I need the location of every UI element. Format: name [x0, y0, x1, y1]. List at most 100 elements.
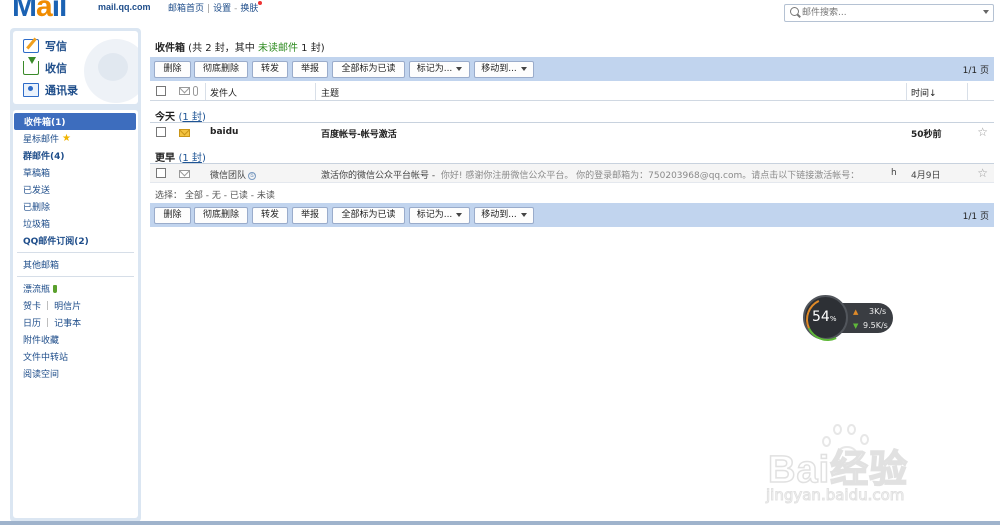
reading-space-link[interactable]: 阅读空间 [13, 365, 138, 382]
star-icon: ★ [62, 133, 71, 144]
pager: 1/1 页 [962, 212, 989, 222]
nav-change-skin[interactable]: 换肤 [240, 4, 258, 14]
nav-settings[interactable]: 设置 [213, 4, 231, 14]
mark-as-label: 标记为... [416, 64, 453, 74]
select-prefix: 选择： [155, 191, 183, 201]
nav-dash: - [234, 4, 238, 14]
folder-sent[interactable]: 已发送 [13, 181, 138, 198]
mail-sender: baidu [210, 127, 239, 137]
postcard-link[interactable]: 明信片 [54, 299, 81, 312]
mark-as-dropdown[interactable]: 标记为... [409, 61, 470, 78]
chevron-down-icon [520, 212, 527, 217]
delete-button[interactable]: 删除 [154, 207, 191, 224]
mail-subject-text: 激活你的微信公众平台帐号 - [321, 171, 436, 181]
nav-separator: | [207, 4, 211, 14]
forward-button[interactable]: 转发 [252, 207, 288, 224]
list-divider [150, 182, 994, 183]
read-status-column-icon[interactable] [179, 87, 190, 95]
select-sep: - [220, 191, 230, 201]
chevron-down-icon [520, 66, 527, 71]
greeting-card-link[interactable]: 贺卡 [23, 299, 41, 312]
logo-domain: mail.qq.com [98, 2, 151, 12]
search-input[interactable] [802, 6, 972, 20]
title-folder: 收件箱 [155, 43, 185, 54]
report-button[interactable]: 举报 [292, 207, 328, 224]
receive-mail-button[interactable]: 收信 [23, 57, 67, 78]
mail-row[interactable]: 微信团队 ⑤ 激活你的微信公众平台帐号 - 你好! 感谢你注册微信公众平台。 你的… [150, 164, 994, 182]
mail-sender-name: 微信团队 [210, 171, 247, 181]
mail-search-box[interactable] [784, 4, 994, 22]
divider [17, 252, 134, 253]
bottle-icon [53, 284, 58, 293]
star-toggle-icon[interactable]: ☆ [977, 125, 988, 139]
top-nav: 邮箱首页 | 设置 - 换肤 [168, 1, 263, 14]
star-toggle-icon[interactable]: ☆ [977, 166, 988, 180]
notebook-link[interactable]: 记事本 [54, 316, 81, 329]
mark-as-dropdown[interactable]: 标记为... [409, 207, 470, 224]
link-separator: | [46, 300, 50, 311]
contacts-icon [23, 83, 39, 97]
select-all-link[interactable]: 全部 [185, 191, 203, 201]
mail-time: 4月9日 [911, 171, 941, 181]
mark-all-read-button[interactable]: 全部标为已读 [332, 61, 405, 78]
other-mailbox-link[interactable]: 其他邮箱 [13, 256, 138, 273]
forward-button[interactable]: 转发 [252, 61, 288, 78]
compose-label: 写信 [45, 40, 67, 53]
download-speed: 9.5K/s [863, 321, 888, 330]
mail-subject: 激活你的微信公众平台帐号 - 你好! 感谢你注册微信公众平台。 你的登录邮箱为：… [321, 168, 891, 181]
folder-starred-label: 星标邮件 [23, 135, 60, 145]
page-title: 收件箱 (共 2 封，其中 未读邮件 1 封) [155, 39, 325, 54]
mail-subject: 百度帐号-帐号激活 [321, 130, 397, 140]
col-sender[interactable]: 发件人 [210, 86, 237, 99]
report-button[interactable]: 举报 [292, 61, 328, 78]
search-dropdown-icon[interactable] [983, 10, 989, 14]
select-all-checkbox[interactable] [156, 86, 166, 96]
permanent-delete-button[interactable]: 彻底删除 [194, 207, 248, 224]
select-sep: - [247, 191, 257, 201]
col-subject[interactable]: 主题 [321, 86, 339, 99]
folder-group-mail[interactable]: 群邮件(4) [13, 147, 138, 164]
card-links: 贺卡 | 明信片 [13, 297, 138, 314]
read-envelope-icon [179, 170, 190, 178]
mark-all-read-button[interactable]: 全部标为已读 [332, 207, 405, 224]
move-to-label: 移动到... [481, 210, 517, 220]
folder-spam[interactable]: 垃圾箱 [13, 215, 138, 232]
title-unread-link[interactable]: 未读邮件 [258, 43, 298, 54]
mark-as-label: 标记为... [416, 210, 453, 220]
folder-qq-subscription[interactable]: QQ邮件订阅(2) [13, 232, 138, 249]
attachment-column-icon[interactable] [193, 86, 198, 96]
nav-mailbox-home[interactable]: 邮箱首页 [168, 4, 204, 14]
attachment-collection-link[interactable]: 附件收藏 [13, 331, 138, 348]
contacts-button[interactable]: 通讯录 [23, 80, 78, 100]
usage-percent: 54% [812, 309, 836, 325]
column-divider [906, 83, 907, 100]
usage-percent-sign: % [829, 315, 837, 323]
folder-inbox[interactable]: 收件箱(1) [14, 113, 136, 130]
calendar-link[interactable]: 日历 [23, 316, 41, 329]
drift-bottle-link[interactable]: 漂流瓶 [13, 280, 138, 297]
compose-icon [23, 39, 39, 53]
mail-row[interactable]: baidu 百度帐号-帐号激活 50秒前 ☆ [150, 123, 994, 141]
select-sep: - [202, 191, 212, 201]
compose-button[interactable]: 写信 [23, 36, 67, 56]
select-none-link[interactable]: 无 [212, 191, 221, 201]
verified-badge-icon: ⑤ [248, 171, 257, 180]
qq-mail-logo[interactable]: Mail [12, 0, 67, 24]
folder-drafts[interactable]: 草稿箱 [13, 164, 138, 181]
select-unread-link[interactable]: 未读 [257, 191, 275, 201]
select-read-link[interactable]: 已读 [230, 191, 248, 201]
folder-starred[interactable]: 星标邮件 ★ [13, 130, 138, 147]
col-time[interactable]: 时间↓ [911, 86, 937, 99]
move-to-label: 移动到... [481, 64, 517, 74]
folder-deleted[interactable]: 已删除 [13, 198, 138, 215]
file-transfer-link[interactable]: 文件中转站 [13, 348, 138, 365]
move-to-dropdown[interactable]: 移动到... [474, 61, 534, 78]
move-to-dropdown[interactable]: 移动到... [474, 207, 534, 224]
delete-button[interactable]: 删除 [154, 61, 191, 78]
network-speed-widget[interactable]: 54% ▲ 3K/s ▼ 9.5K/s [803, 295, 893, 340]
mail-checkbox[interactable] [156, 168, 166, 178]
mail-checkbox[interactable] [156, 127, 166, 137]
watermark-url: jingyan.baidu.com [765, 486, 905, 505]
group-today: 今天 (1 封) [155, 108, 206, 123]
permanent-delete-button[interactable]: 彻底删除 [194, 61, 248, 78]
